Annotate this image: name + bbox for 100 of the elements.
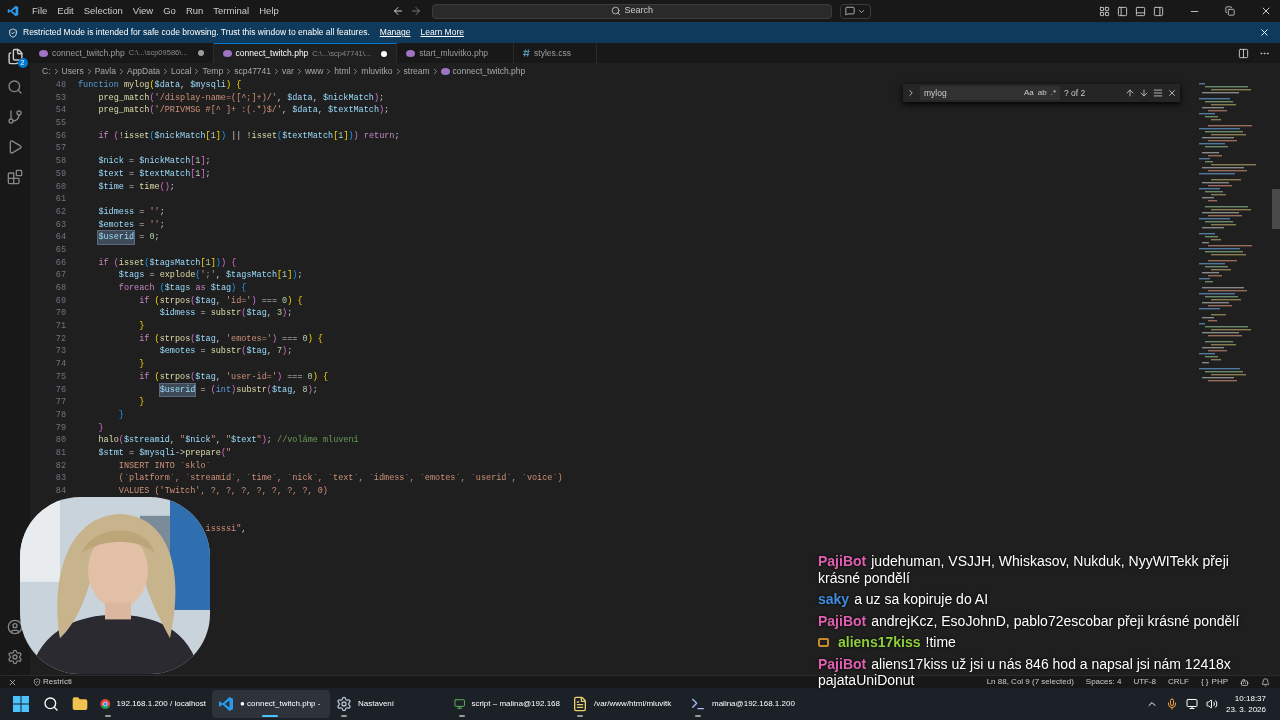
- breadcrumb[interactable]: connect_twitch.php: [452, 64, 526, 78]
- line-number: 82: [55, 459, 66, 473]
- line-number: 57: [55, 142, 66, 156]
- code-token: substr: [210, 307, 242, 321]
- breadcrumb[interactable]: var: [282, 64, 294, 78]
- folder-icon[interactable]: [72, 696, 88, 712]
- code-token: [: [190, 167, 196, 181]
- taskbar-app[interactable]: 192.168.1.200 / localhost: [94, 690, 212, 718]
- match-count: ? of 2: [1064, 86, 1086, 100]
- menu-item[interactable]: File: [27, 2, 53, 20]
- line-number: 64: [55, 231, 66, 244]
- taskbar-app[interactable]: /var/www/html/mluvitk: [566, 690, 684, 718]
- split-editor-icon[interactable]: [1238, 47, 1249, 59]
- layout-icon[interactable]: [1099, 5, 1110, 17]
- menu-item[interactable]: View: [127, 2, 159, 20]
- breadcrumb[interactable]: Users: [61, 64, 84, 78]
- find-input[interactable]: mylog Aa ab .*: [920, 86, 1060, 100]
- line-number: 79: [55, 421, 66, 435]
- chat-message: PajiBot aliens17kiss už jsi u nás 846 hod a napsal jsi nám 12418x: [818, 655, 1231, 672]
- close-icon[interactable]: [1167, 88, 1177, 98]
- breadcrumb[interactable]: Temp: [202, 64, 224, 78]
- code-token: '': [149, 205, 160, 219]
- branch-icon[interactable]: [7, 109, 23, 125]
- status-item[interactable]: Restricti: [43, 676, 72, 688]
- panel-toggle-icon[interactable]: [1135, 5, 1146, 17]
- menu-item[interactable]: Go: [158, 2, 181, 20]
- expand-replace-icon[interactable]: [906, 88, 916, 98]
- line-number: 61: [55, 193, 66, 206]
- taskbar-app[interactable]: malina@192.168.1.200: [684, 690, 802, 718]
- code-token: as: [195, 282, 206, 295]
- code-token: ';': [200, 269, 216, 282]
- taskbar-app[interactable]: ● connect_twitch.php -: [212, 690, 330, 718]
- code-token: INSERT INTO `sklo`: [118, 459, 211, 473]
- find-option-toggle[interactable]: .*: [1050, 87, 1056, 99]
- menu-item[interactable]: Run: [180, 2, 209, 20]
- find-option-toggle[interactable]: ab: [1037, 87, 1047, 99]
- breadcrumb[interactable]: html: [334, 64, 351, 78]
- code-token: ,: [241, 523, 247, 536]
- menu-item[interactable]: Help: [254, 2, 284, 20]
- search-icon: [610, 6, 621, 16]
- menu-item[interactable]: Selection: [78, 2, 128, 20]
- shield-icon[interactable]: [33, 678, 41, 686]
- search-icon[interactable]: [43, 696, 59, 712]
- breadcrumb[interactable]: Local: [171, 64, 192, 78]
- code-token: $text: [98, 167, 124, 181]
- breadcrumb[interactable]: Pavla: [94, 64, 116, 78]
- code-token: {: [297, 294, 303, 308]
- breadcrumb[interactable]: AppData: [126, 64, 161, 78]
- find-in-selection-icon[interactable]: [1153, 88, 1163, 98]
- breadcrumb[interactable]: stream: [403, 64, 430, 78]
- code-token: $tag: [210, 282, 232, 295]
- chat-button[interactable]: [839, 3, 871, 19]
- code-token: ): [353, 129, 359, 143]
- code-token: ]: [343, 129, 349, 143]
- windows-logo-icon[interactable]: [13, 696, 29, 712]
- robot-icon[interactable]: [1240, 677, 1249, 687]
- status-item[interactable]: CRLF: [1168, 676, 1189, 688]
- editor-tab[interactable]: styles.css: [514, 43, 597, 63]
- banner-link[interactable]: Learn More: [420, 26, 464, 39]
- close-icon[interactable]: [1260, 5, 1272, 17]
- breadcrumb[interactable]: www: [304, 64, 324, 78]
- find-option-toggle[interactable]: Aa: [1023, 87, 1034, 99]
- search-field[interactable]: Search: [431, 3, 832, 19]
- sidebar-toggle-icon[interactable]: [1117, 5, 1128, 17]
- back-arrow-icon[interactable]: [391, 5, 404, 17]
- code-token: [: [200, 256, 206, 270]
- breadcrumb[interactable]: scp47741: [234, 64, 272, 78]
- run-icon[interactable]: [7, 139, 23, 155]
- taskbar-app[interactable]: Nastavení: [330, 690, 448, 718]
- chat-message: PajiBot andrejKcz, EsoJohnD, pablo72escobar přeji krásné pondělí: [818, 612, 1240, 629]
- volume-icon[interactable]: [1205, 698, 1218, 710]
- code-token: '': [149, 218, 160, 232]
- banner-link[interactable]: Manage: [379, 26, 411, 39]
- taskbar-app[interactable]: script – malina@192.168: [448, 690, 566, 718]
- extensions-icon[interactable]: [7, 169, 23, 185]
- status-item[interactable]: Ln 88, Col 9 (7 selected): [986, 676, 1074, 688]
- previous-match-icon[interactable]: [1125, 88, 1135, 98]
- menu-item[interactable]: Terminal: [208, 2, 255, 20]
- status-item[interactable]: UTF-8: [1133, 676, 1157, 688]
- settings-icon[interactable]: [7, 649, 23, 665]
- browser-icon: [100, 696, 111, 712]
- microphone-icon[interactable]: [1165, 698, 1178, 710]
- secondary-sidebar-icon[interactable]: [1153, 5, 1164, 17]
- files-icon[interactable]: [6, 48, 24, 65]
- status-item[interactable]: Spaces: 4: [1085, 676, 1122, 688]
- restore-icon[interactable]: [1225, 6, 1235, 16]
- editor-tab[interactable]: start_mluvitko.php: [397, 43, 515, 63]
- code-token: if: [98, 256, 109, 270]
- code-token: $tagsMatch: [149, 256, 201, 270]
- breadcrumb[interactable]: mluvitko: [361, 64, 393, 78]
- language-mode[interactable]: PHP: [1211, 676, 1228, 688]
- next-match-icon[interactable]: [1139, 88, 1149, 98]
- clock[interactable]: 10:18:37 23. 3. 2026: [1225, 693, 1266, 715]
- scrollbar-thumb[interactable]: [1272, 189, 1280, 229]
- breadcrumb[interactable]: C:: [42, 64, 51, 78]
- menu-item[interactable]: Edit: [52, 2, 79, 20]
- code-token: ): [379, 104, 385, 118]
- account-icon[interactable]: [7, 619, 23, 635]
- bell-icon[interactable]: [1261, 677, 1270, 687]
- close-icon[interactable]: [1259, 27, 1270, 38]
